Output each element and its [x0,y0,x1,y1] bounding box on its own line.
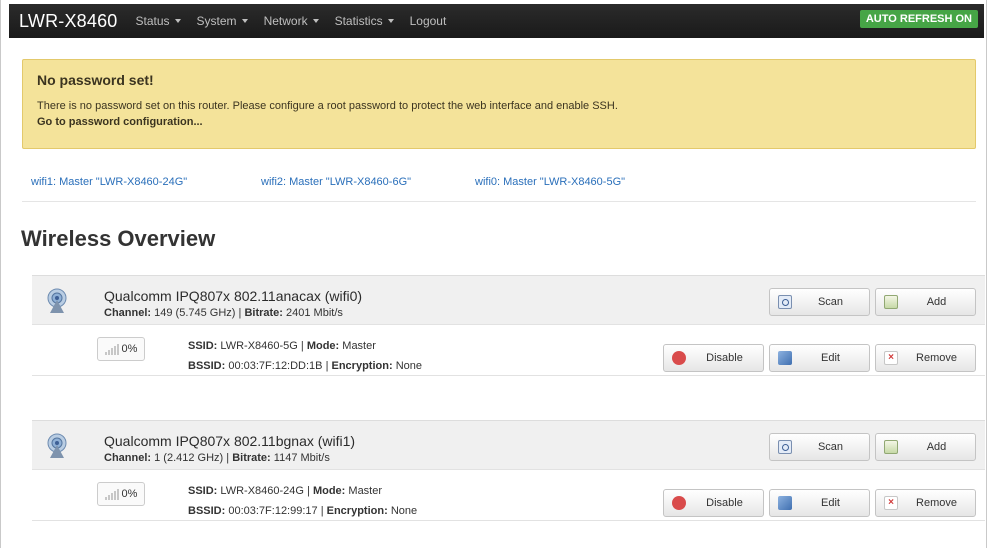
device-header-wifi0: Qualcomm IPQ807x 802.11anacax (wifi0) Ch… [32,275,985,325]
edit-icon [778,351,792,365]
signal-icon [104,488,119,500]
edit-icon [778,496,792,510]
add-button[interactable]: Add [875,433,976,461]
disable-icon [672,496,686,510]
caret-down-icon [312,19,319,23]
add-icon [884,440,898,454]
password-config-link[interactable]: Go to password configuration... [37,116,961,128]
page-title: Wireless Overview [21,226,216,251]
signal-badge: 0% [97,482,145,506]
alert-text: There is no password set on this router.… [37,100,618,112]
tab-wifi2[interactable]: wifi2: Master "LWR-X8460-6G" [261,176,411,188]
disable-button[interactable]: Disable [663,489,764,517]
device-header-wifi1: Qualcomm IPQ807x 802.11bgnax (wifi1) Cha… [32,420,985,470]
device-name: Qualcomm IPQ807x 802.11anacax (wifi0) [104,288,363,304]
bssid-line: BSSID: 00:03:7F:12:DD:1B | Encryption: N… [188,360,422,372]
brand-name[interactable]: LWR-X8460 [19,11,118,32]
remove-icon: × [884,351,898,365]
caret-down-icon [241,19,248,23]
edit-button[interactable]: Edit [769,344,870,372]
no-password-alert: No password set! There is no password se… [22,59,976,149]
bssid-line: BSSID: 00:03:7F:12:99:17 | Encryption: N… [188,505,418,517]
scan-button[interactable]: Scan [769,288,870,316]
tab-wifi0[interactable]: wifi0: Master "LWR-X8460-5G" [475,176,625,188]
device-name: Qualcomm IPQ807x 802.11bgnax (wifi1) [104,433,356,449]
wifi-device-icon [47,288,67,313]
caret-down-icon [174,19,181,23]
menu-status[interactable]: Status [136,14,181,28]
add-icon [884,295,898,309]
network-row-wifi0: 0% SSID: LWR-X8460-5G | Mode: Master BSS… [32,326,985,376]
edit-button[interactable]: Edit [769,489,870,517]
menu-network[interactable]: Network [264,14,319,28]
alert-title: No password set! [37,72,154,88]
menu-system[interactable]: System [197,14,248,28]
scan-icon [778,440,792,454]
menu-logout[interactable]: Logout [410,14,447,28]
scan-button[interactable]: Scan [769,433,870,461]
top-navbar: LWR-X8460 Status System Network Statisti… [9,4,984,38]
remove-icon: × [884,496,898,510]
auto-refresh-toggle[interactable]: AUTO REFRESH ON [859,10,978,28]
remove-button[interactable]: × Remove [875,344,976,372]
network-row-wifi1: 0% SSID: LWR-X8460-24G | Mode: Master BS… [32,471,985,521]
page: LWR-X8460 Status System Network Statisti… [0,0,987,548]
device-info: Channel: 149 (5.745 GHz) | Bitrate: 2401… [104,307,343,319]
wifi-tabs: wifi1: Master "LWR-X8460-24G" wifi2: Mas… [22,170,976,202]
disable-icon [672,351,686,365]
ssid-line: SSID: LWR-X8460-24G | Mode: Master [188,485,383,497]
disable-button[interactable]: Disable [663,344,764,372]
menu-statistics[interactable]: Statistics [335,14,394,28]
scan-icon [778,295,792,309]
tab-wifi1[interactable]: wifi1: Master "LWR-X8460-24G" [31,176,187,188]
add-button[interactable]: Add [875,288,976,316]
signal-icon [104,343,119,355]
wifi-device-icon [47,433,67,458]
device-info: Channel: 1 (2.412 GHz) | Bitrate: 1147 M… [104,452,330,464]
ssid-line: SSID: LWR-X8460-5G | Mode: Master [188,340,376,352]
signal-badge: 0% [97,337,145,361]
caret-down-icon [387,19,394,23]
remove-button[interactable]: × Remove [875,489,976,517]
